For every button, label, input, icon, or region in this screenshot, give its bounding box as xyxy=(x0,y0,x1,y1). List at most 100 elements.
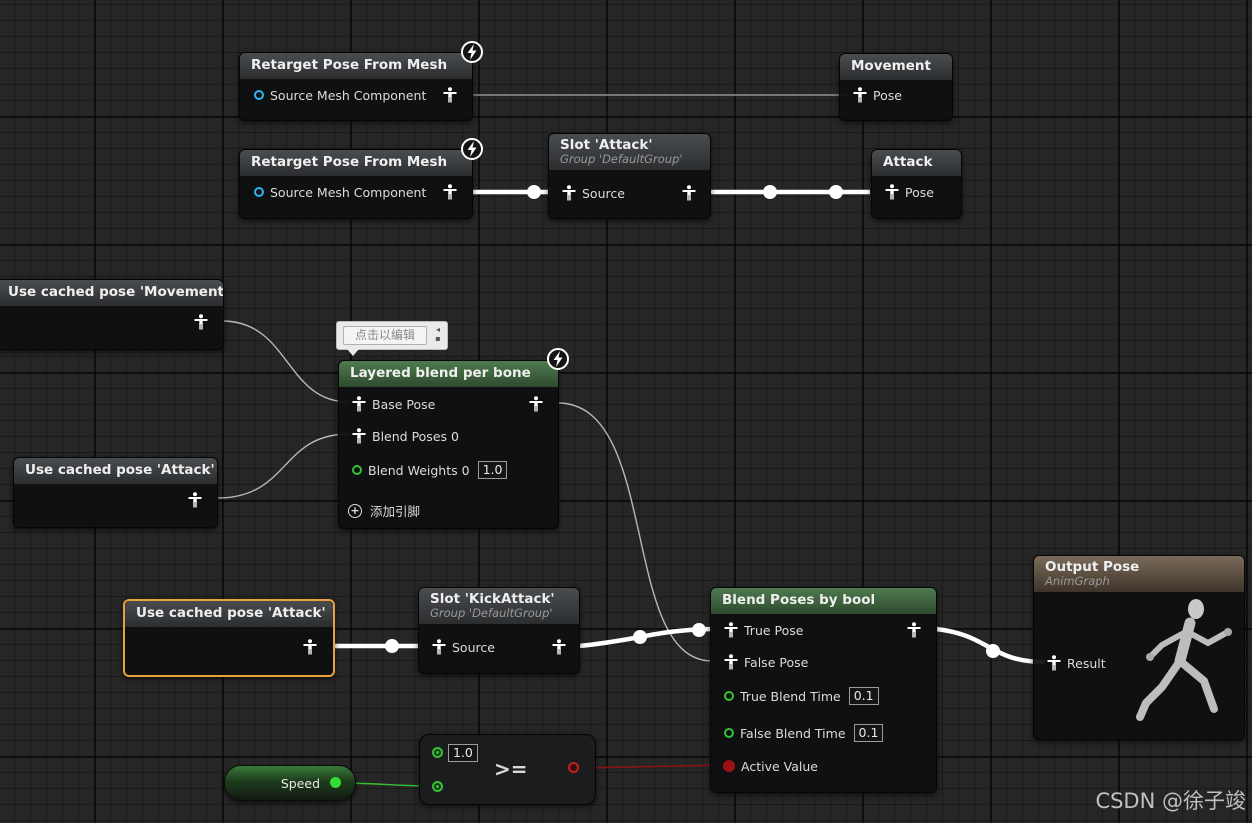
node-title: Slot 'KickAttack' xyxy=(430,591,555,607)
node-title: Use cached pose 'Movement' xyxy=(0,280,223,307)
pose-pin-icon[interactable] xyxy=(443,87,457,103)
wire-compare-to-active xyxy=(579,764,726,769)
source-mesh-pin[interactable]: Source Mesh Component xyxy=(254,182,426,202)
speed-label: Speed xyxy=(280,776,320,791)
speed-variable-node[interactable]: Speed xyxy=(224,765,356,801)
pose-pin-icon[interactable] xyxy=(562,185,576,201)
pose-pin-icon[interactable] xyxy=(1047,655,1061,671)
pin-label: Pose xyxy=(905,184,934,200)
pose-pin-icon[interactable] xyxy=(853,87,867,103)
pin-label: Source Mesh Component xyxy=(270,184,427,200)
pin-label: Active Value xyxy=(741,758,818,774)
node-subtitle: Group 'DefaultGroup' xyxy=(560,152,683,166)
false-blend-time-pin[interactable]: False Blend Time 0.1 xyxy=(724,723,884,743)
node-subtitle: AnimGraph xyxy=(1045,574,1110,588)
add-pin-button[interactable]: + 添加引脚 xyxy=(348,501,420,520)
bool-pin-icon[interactable] xyxy=(723,760,735,772)
pose-pin-icon[interactable] xyxy=(529,396,543,412)
object-pin-icon[interactable] xyxy=(254,187,264,197)
pose-pin-icon[interactable] xyxy=(188,492,202,508)
pin-label: Source xyxy=(452,639,495,655)
cached-pose-attack-node-2[interactable]: Use cached pose 'Attack' xyxy=(123,599,335,677)
add-pin-label: 添加引脚 xyxy=(370,504,421,519)
pose-pin-icon[interactable] xyxy=(552,639,566,655)
movement-state-node[interactable]: Movement Pose xyxy=(839,53,953,121)
greater-equal-compare-node[interactable]: 1.0 >= xyxy=(419,734,596,805)
node-title: Layered blend per bone xyxy=(339,361,558,388)
float-pin-icon[interactable] xyxy=(352,465,362,475)
wire-knot xyxy=(633,630,647,644)
blend-weights-pin[interactable]: Blend Weights 0 1.0 xyxy=(352,460,508,480)
tooltip-tail xyxy=(347,349,359,356)
pose-pin-icon[interactable] xyxy=(885,184,899,200)
watermark: CSDN @徐子竣 xyxy=(1095,789,1246,813)
false-blend-time-input[interactable]: 0.1 xyxy=(853,724,884,742)
attack-state-node[interactable]: Attack Pose xyxy=(871,149,962,219)
cached-pose-movement-node[interactable]: Use cached pose 'Movement' xyxy=(0,279,224,350)
slot-kickattack-node[interactable]: Slot 'KickAttack' Group 'DefaultGroup' S… xyxy=(418,587,580,674)
object-pin-icon[interactable] xyxy=(254,90,264,100)
pose-pin-icon[interactable] xyxy=(443,184,457,200)
true-blend-time-input[interactable]: 0.1 xyxy=(848,687,879,705)
blend-weights-input[interactable]: 1.0 xyxy=(477,461,508,479)
base-pose-pin[interactable]: Base Pose xyxy=(352,394,435,414)
pin-label: Blend Weights 0 xyxy=(368,462,470,478)
source-pin[interactable]: Source xyxy=(432,637,495,657)
float-pin-icon[interactable] xyxy=(330,777,341,788)
comment-edit-tooltip[interactable]: 点击以编辑 ◂ ▪ xyxy=(336,321,448,356)
result-pin[interactable]: Result xyxy=(1047,653,1106,673)
pin-label: Blend Poses 0 xyxy=(372,428,459,444)
compare-a-input[interactable]: 1.0 xyxy=(448,744,478,762)
layered-blend-node[interactable]: Layered blend per bone Base Pose Blend P… xyxy=(338,360,559,529)
node-title: Output Pose xyxy=(1045,559,1140,575)
pose-pin-icon[interactable] xyxy=(303,639,317,655)
pin-tooltip-icon[interactable]: ◂ ▪ xyxy=(432,325,444,343)
pose-input-pin[interactable]: Pose xyxy=(853,85,902,105)
float-pin-icon[interactable] xyxy=(432,781,443,792)
wire-knot xyxy=(763,185,777,199)
pose-pin-icon[interactable] xyxy=(194,314,208,330)
source-mesh-pin[interactable]: Source Mesh Component xyxy=(254,85,426,105)
wire-layered-to-falsepose xyxy=(557,402,713,662)
node-title: Blend Poses by bool xyxy=(711,588,936,615)
wire-knot xyxy=(527,185,541,199)
float-pin-icon[interactable] xyxy=(432,747,443,758)
retarget-pose-node-2[interactable]: Retarget Pose From Mesh Source Mesh Comp… xyxy=(239,149,473,219)
wire-knot xyxy=(385,639,399,653)
node-title: Movement xyxy=(840,54,952,81)
pin-label: False Pose xyxy=(744,654,809,670)
cached-pose-attack-node-1[interactable]: Use cached pose 'Attack' xyxy=(13,457,218,528)
float-pin-icon[interactable] xyxy=(724,728,734,738)
pose-pin-icon[interactable] xyxy=(352,396,366,412)
false-pose-pin[interactable]: False Pose xyxy=(724,652,808,672)
slot-attack-node[interactable]: Slot 'Attack' Group 'DefaultGroup' Sourc… xyxy=(548,133,711,219)
wire-cached-attack-to-blendposes xyxy=(216,433,350,499)
lightning-icon xyxy=(460,40,484,64)
pin-label: False Blend Time xyxy=(740,725,846,741)
pose-pin-icon[interactable] xyxy=(724,622,738,638)
active-value-pin[interactable]: Active Value xyxy=(723,756,818,776)
true-pose-pin[interactable]: True Pose xyxy=(724,620,803,640)
node-header: Slot 'Attack' Group 'DefaultGroup' xyxy=(549,134,710,171)
blend-poses-pin[interactable]: Blend Poses 0 xyxy=(352,426,459,446)
tooltip-text[interactable]: 点击以编辑 xyxy=(343,326,427,345)
node-title: Retarget Pose From Mesh xyxy=(240,53,472,80)
float-pin-icon[interactable] xyxy=(724,691,734,701)
pose-input-pin[interactable]: Pose xyxy=(885,182,934,202)
pose-pin-icon[interactable] xyxy=(352,428,366,444)
pose-pin-icon[interactable] xyxy=(907,622,921,638)
pin-label: True Pose xyxy=(744,622,804,638)
node-title: Use cached pose 'Attack' xyxy=(125,601,333,628)
bool-pin-icon[interactable] xyxy=(568,762,579,773)
source-pin[interactable]: Source xyxy=(562,183,625,203)
blend-poses-by-bool-node[interactable]: Blend Poses by bool True Pose False Pose… xyxy=(710,587,937,793)
wire-knot xyxy=(986,644,1000,658)
pose-pin-icon[interactable] xyxy=(724,654,738,670)
pose-pin-icon[interactable] xyxy=(682,185,696,201)
true-blend-time-pin[interactable]: True Blend Time 0.1 xyxy=(724,686,879,706)
pin-label: Pose xyxy=(873,87,902,103)
pin-label: Source xyxy=(582,185,625,201)
pose-pin-icon[interactable] xyxy=(432,639,446,655)
pin-label: True Blend Time xyxy=(740,688,841,704)
retarget-pose-node-1[interactable]: Retarget Pose From Mesh Source Mesh Comp… xyxy=(239,52,473,121)
